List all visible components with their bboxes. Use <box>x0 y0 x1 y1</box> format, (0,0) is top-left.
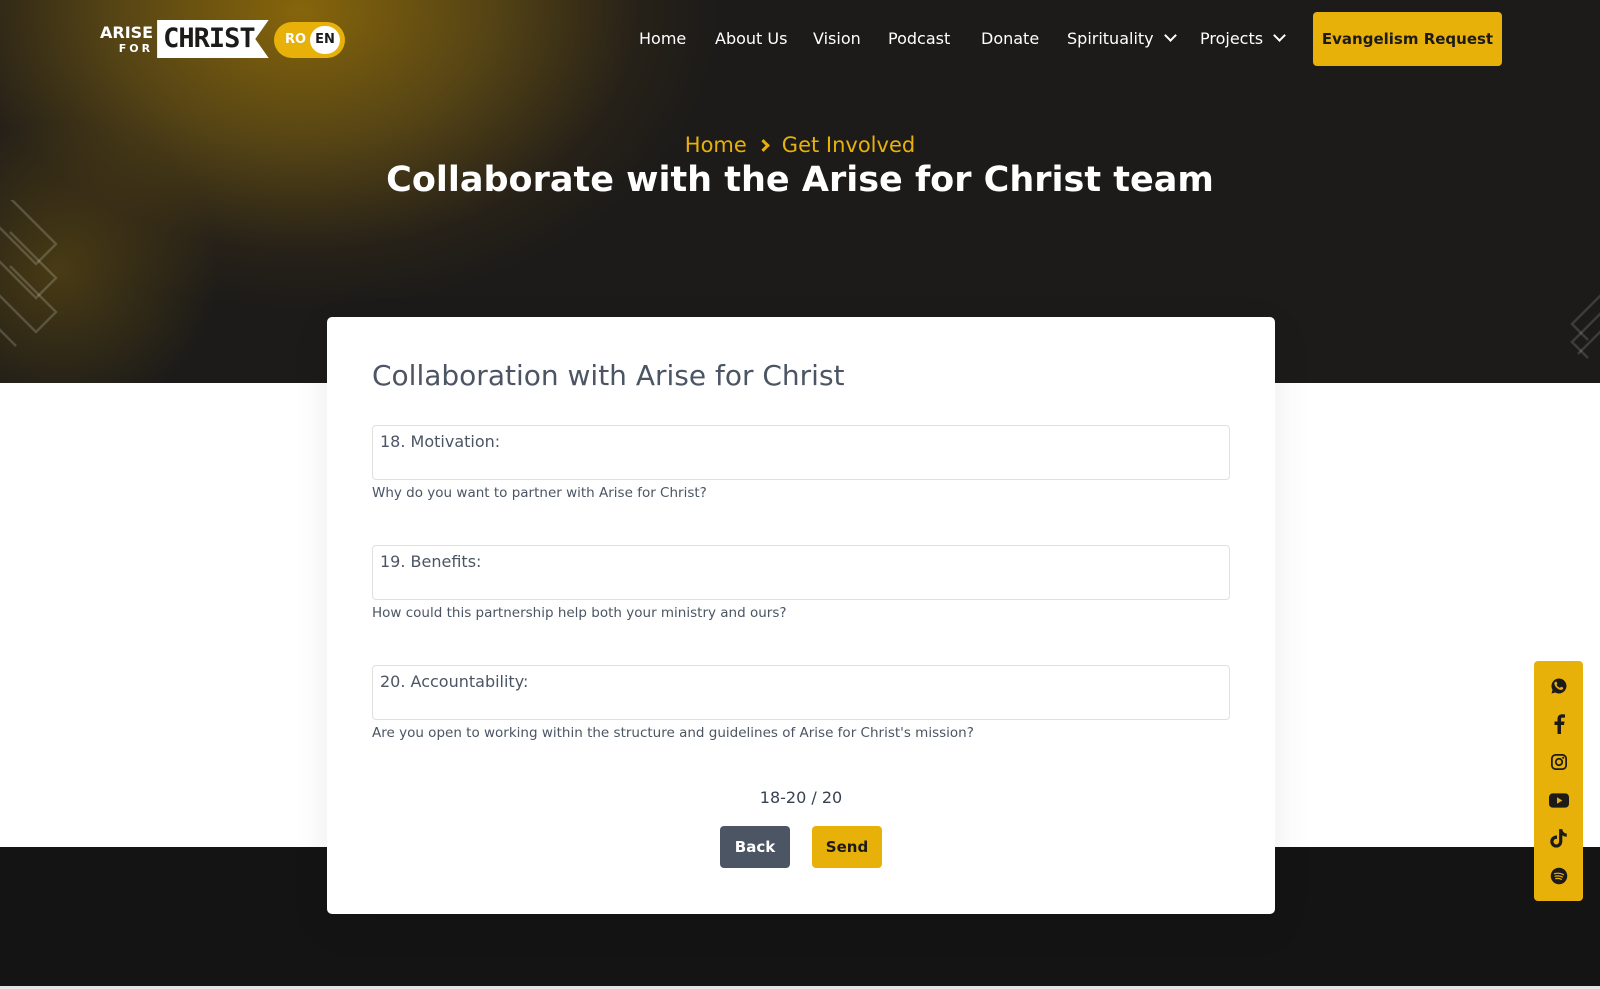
nav-spirituality[interactable]: Spirituality <box>1067 28 1177 50</box>
nav-donate[interactable]: Donate <box>981 28 1039 50</box>
nav-spirituality-label: Spirituality <box>1067 29 1154 48</box>
lang-en-option[interactable]: EN <box>310 26 340 54</box>
logo-text-arise: ARISE <box>100 23 154 42</box>
form-title: Collaboration with Arise for Christ <box>372 359 845 392</box>
language-toggle[interactable]: RO EN <box>274 22 345 58</box>
chevron-down-icon <box>1163 29 1177 42</box>
benefits-label: 19. Benefits: <box>380 552 482 571</box>
spotify-icon[interactable] <box>1534 864 1583 888</box>
social-sidebar <box>1534 661 1583 901</box>
instagram-icon[interactable] <box>1534 750 1583 774</box>
breadcrumb-home[interactable]: Home <box>685 133 747 157</box>
site-logo[interactable]: ARISE FOR CHRIST <box>100 18 269 60</box>
youtube-icon[interactable] <box>1534 788 1583 812</box>
step-progress: 18-20 / 20 <box>759 788 843 807</box>
breadcrumb: Home Get Involved <box>0 133 1600 157</box>
nav-projects-label: Projects <box>1200 29 1264 48</box>
logo-text-christ: CHRIST <box>157 20 269 58</box>
motivation-field[interactable]: 18. Motivation: <box>372 425 1230 480</box>
motivation-label: 18. Motivation: <box>380 432 501 451</box>
chevron-pattern-left <box>0 200 58 347</box>
nav-about-us[interactable]: About Us <box>715 28 787 50</box>
facebook-icon[interactable] <box>1534 712 1583 736</box>
back-button[interactable]: Back <box>720 826 790 868</box>
nav-home[interactable]: Home <box>639 28 686 50</box>
benefits-hint: How could this partnership help both you… <box>372 605 787 621</box>
breadcrumb-current: Get Involved <box>781 133 916 157</box>
motivation-hint: Why do you want to partner with Arise fo… <box>372 485 707 501</box>
chevron-right-icon <box>756 139 770 152</box>
chevron-down-icon <box>1273 29 1286 42</box>
tiktok-icon[interactable] <box>1534 826 1583 850</box>
accountability-field[interactable]: 20. Accountability: <box>372 665 1230 720</box>
nav-podcast[interactable]: Podcast <box>888 28 950 50</box>
whatsapp-icon[interactable] <box>1534 674 1583 698</box>
evangelism-request-button[interactable]: Evangelism Request <box>1313 12 1502 66</box>
logo-text-for: FOR <box>118 42 154 55</box>
accountability-hint: Are you open to working within the struc… <box>372 725 974 741</box>
send-button[interactable]: Send <box>812 826 882 868</box>
accountability-label: 20. Accountability: <box>380 672 529 691</box>
collaboration-form-card: Collaboration with Arise for Christ 18. … <box>327 317 1275 914</box>
lang-ro-option[interactable]: RO <box>285 22 306 58</box>
page-title: Collaborate with the Arise for Christ te… <box>386 160 1214 200</box>
benefits-field[interactable]: 19. Benefits: <box>372 545 1230 600</box>
chevron-pattern-right <box>1570 294 1600 359</box>
nav-vision[interactable]: Vision <box>813 28 861 50</box>
nav-projects[interactable]: Projects <box>1200 28 1286 50</box>
